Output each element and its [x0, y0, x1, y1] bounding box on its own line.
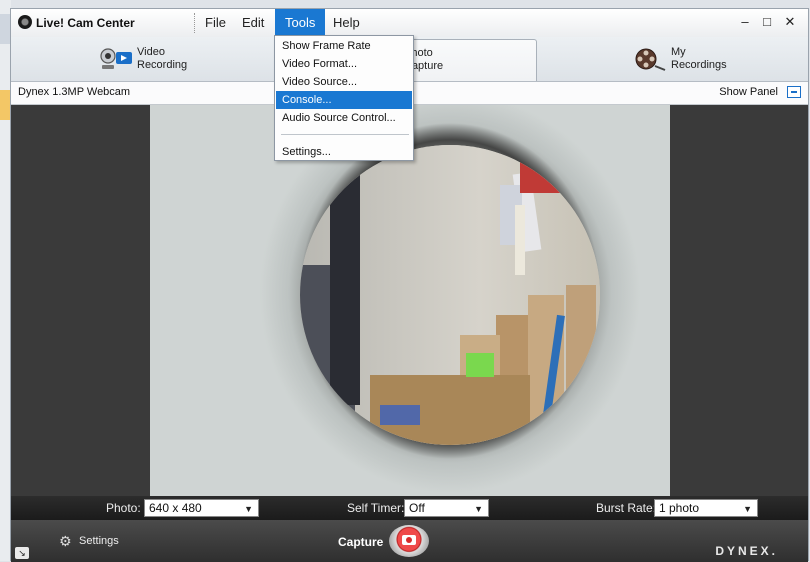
photo-size-label: Photo:: [106, 501, 141, 515]
footer-bar: ↘ ⚙ Settings Capture DYNEX.: [11, 520, 808, 562]
capture-button[interactable]: [389, 525, 429, 557]
chevron-down-icon: ▼: [743, 504, 752, 514]
capture-settings-bar: Photo: 640 x 480 ▼ Self Timer: Off ▼ Bur…: [11, 496, 808, 520]
minimize-icon[interactable]: –: [737, 15, 753, 29]
preview-area: [11, 105, 808, 496]
menu-tools[interactable]: Tools: [275, 9, 326, 37]
camera-preview: [150, 105, 670, 496]
menu-item-video-source[interactable]: Video Source...: [276, 73, 412, 91]
close-icon[interactable]: ✕: [782, 15, 798, 29]
menu-file[interactable]: File: [195, 9, 236, 37]
self-timer-select[interactable]: Off ▼: [404, 499, 489, 517]
photo-size-select[interactable]: 640 x 480 ▼: [144, 499, 259, 517]
menu-edit[interactable]: Edit: [232, 9, 274, 37]
minimize-to-tray-icon[interactable]: ↘: [15, 547, 29, 559]
film-reel-icon: [635, 48, 666, 71]
burst-rate-select[interactable]: 1 photo ▼: [654, 499, 758, 517]
tools-dropdown-menu: Show Frame Rate Video Format... Video So…: [274, 35, 414, 161]
preview-scene-image: [300, 145, 600, 445]
tab-my-recordings[interactable]: My Recordings: [625, 39, 805, 81]
menu-item-console[interactable]: Console...: [276, 91, 412, 109]
tab-video-recording[interactable]: Video Recording: [91, 39, 271, 81]
menu-separator: [281, 134, 409, 135]
settings-button[interactable]: Settings: [79, 535, 119, 547]
menu-item-video-format[interactable]: Video Format...: [276, 55, 412, 73]
self-timer-value: Off: [409, 501, 425, 515]
gear-icon[interactable]: ⚙: [59, 534, 73, 548]
app-logo-icon: [18, 15, 32, 29]
menu-item-settings[interactable]: Settings...: [276, 143, 412, 161]
menu-item-show-frame-rate[interactable]: Show Frame Rate: [276, 37, 412, 55]
webcam-icon: [100, 48, 132, 69]
brand-logo: DYNEX.: [715, 544, 778, 558]
self-timer-label: Self Timer:: [347, 501, 405, 515]
burst-rate-value: 1 photo: [659, 501, 700, 515]
maximize-icon[interactable]: □: [759, 15, 775, 29]
menu-item-audio-source-control[interactable]: Audio Source Control...: [276, 109, 412, 127]
app-title: Live! Cam Center: [36, 16, 135, 30]
camera-name: Dynex 1.3MP Webcam: [18, 86, 131, 98]
photo-size-value: 640 x 480: [149, 501, 202, 515]
menu-help[interactable]: Help: [323, 9, 370, 37]
show-panel-button[interactable]: Show Panel: [719, 86, 778, 98]
capture-label: Capture: [338, 535, 384, 549]
title-bar: Live! Cam Center File Edit Tools Help – …: [11, 9, 808, 37]
tab-my-recordings-label: My Recordings: [671, 46, 727, 71]
show-panel-icon[interactable]: [787, 86, 801, 98]
tab-video-recording-label: Video Recording: [137, 46, 188, 71]
chevron-down-icon: ▼: [474, 504, 483, 514]
camera-icon: [402, 535, 416, 545]
chevron-down-icon: ▼: [244, 504, 253, 514]
burst-rate-label: Burst Rate:: [596, 501, 657, 515]
